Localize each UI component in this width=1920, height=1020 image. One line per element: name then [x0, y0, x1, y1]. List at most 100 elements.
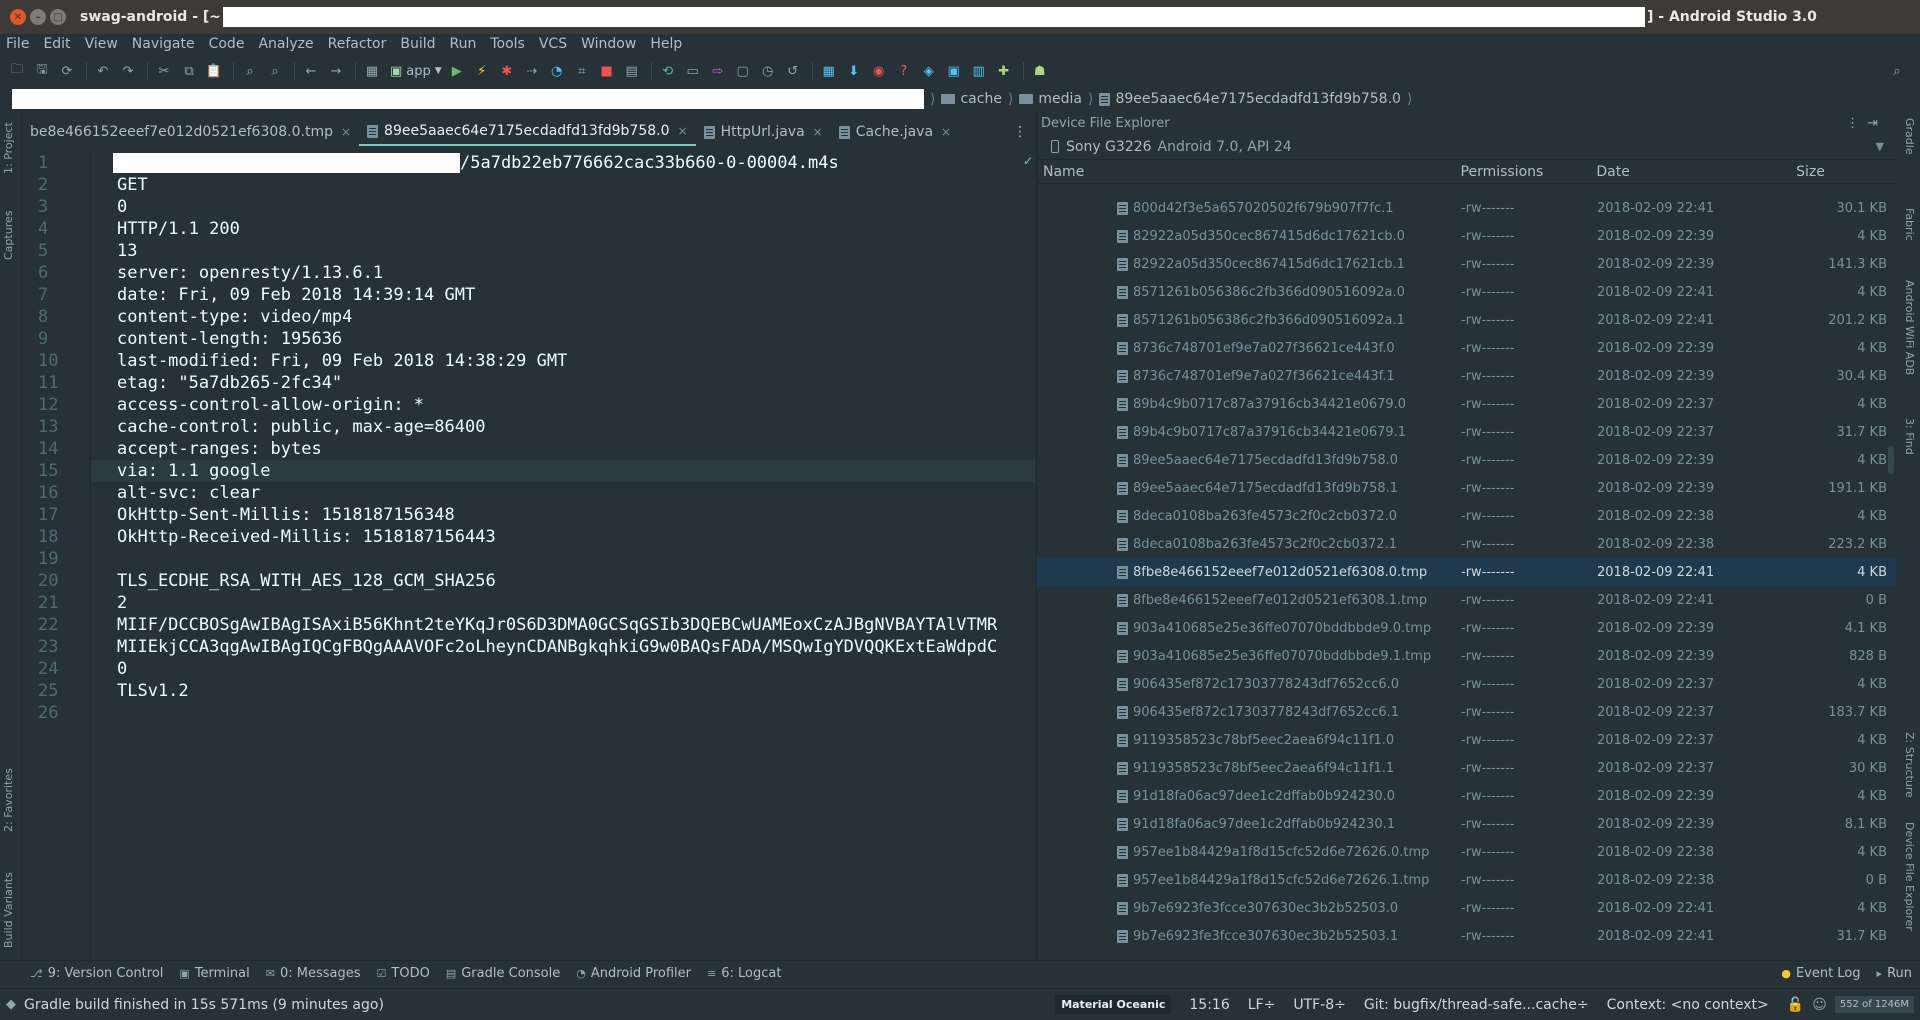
- make-project-icon[interactable]: ▦: [361, 60, 383, 82]
- project-structure-icon[interactable]: ▤: [621, 60, 643, 82]
- copy-icon[interactable]: ⧉: [178, 60, 200, 82]
- editor-tab[interactable]: Cache.java ×: [831, 118, 959, 146]
- code-line[interactable]: OkHttp-Sent-Millis: 1518187156348: [91, 504, 1035, 526]
- find-icon[interactable]: ⌕: [239, 60, 261, 82]
- file-row[interactable]: 8fbe8e466152eeef7e012d0521ef6308.1.tmp -r…: [1037, 586, 1897, 614]
- code-line[interactable]: access-control-allow-origin: *: [91, 394, 1035, 416]
- code-line[interactable]: alt-svc: clear: [91, 482, 1035, 504]
- tool-tab[interactable]: ◔ Android Profiler: [568, 966, 699, 981]
- file-row[interactable]: 91d18fa06ac97dee1c2dffab0b924230.1 -rw---…: [1037, 810, 1897, 838]
- breadcrumb-item[interactable]: 89ee5aaec64e7175ecdadfd13fd9b758.0: [1093, 91, 1406, 107]
- code-line[interactable]: server: openresty/1.13.6.1: [91, 262, 1035, 284]
- close-tab-icon[interactable]: ×: [341, 125, 351, 139]
- code-line[interactable]: 0: [91, 196, 1035, 218]
- memory-indicator[interactable]: 552 of 1246M: [1834, 996, 1914, 1013]
- file-row[interactable]: 8571261b056386c2fb366d090516092a.1 -rw---…: [1037, 306, 1897, 334]
- code-text-area[interactable]: /5a7db22eb776662cac33b660-0-00004.m4s GET…: [90, 152, 1035, 960]
- menu-code[interactable]: Code: [203, 36, 253, 52]
- file-row[interactable]: 800d42f3e5a657020502f679b907f7fc.1 -rw---…: [1037, 194, 1897, 222]
- run-coverage-icon[interactable]: ⇢: [521, 60, 543, 82]
- column-header-date[interactable]: Date: [1596, 164, 1796, 180]
- file-row[interactable]: 89b4c9b0717c87a37916cb34421e0679.1 -rw---…: [1037, 418, 1897, 446]
- lock-icon[interactable]: 🔓: [1787, 997, 1804, 1013]
- menu-analyze[interactable]: Analyze: [252, 36, 321, 52]
- column-header-size[interactable]: Size: [1796, 164, 1896, 180]
- sdk-manager-icon[interactable]: ⇨: [707, 60, 729, 82]
- device-select[interactable]: Sony G3226 Android 7.0, API 24 ▼: [1037, 134, 1896, 160]
- file-row[interactable]: 957ee1b84429a1f8d15cfc52d6e72626.1.tmp -r…: [1037, 866, 1897, 894]
- code-line[interactable]: last-modified: Fri, 09 Feb 2018 14:38:29…: [91, 350, 1035, 372]
- file-row[interactable]: 906435ef872c17303778243df7652cc6.0 -rw---…: [1037, 670, 1897, 698]
- file-row[interactable]: 89b4c9b0717c87a37916cb34421e0679.0 -rw---…: [1037, 390, 1897, 418]
- file-row[interactable]: 9119358523c78bf5eec2aea6f94c11f1.1 -rw---…: [1037, 754, 1897, 782]
- code-line[interactable]: MIIF/DCCBOSgAwIBAgISAxiB56Khnt2teYKqJr0S…: [91, 614, 1035, 636]
- code-line[interactable]: GET: [91, 174, 1035, 196]
- maximize-window-button[interactable]: □: [50, 9, 66, 25]
- code-line[interactable]: via: 1.1 google: [91, 460, 1035, 482]
- editor-tab[interactable]: be8e466152eeef7e012d0521ef6308.0.tmp ×: [22, 118, 359, 146]
- file-row[interactable]: 9b7e6923fe3fcce307630ec3b2b52503.0 -rw---…: [1037, 894, 1897, 922]
- file-row[interactable]: 8deca0108ba263fe4573c2f0c2cb0372.1 -rw---…: [1037, 530, 1897, 558]
- git-branch[interactable]: Git: bugfix/thread-safe...cache÷: [1364, 997, 1589, 1013]
- search-everywhere-icon[interactable]: ⌕: [1886, 60, 1908, 82]
- plugin-icon[interactable]: ◉: [868, 60, 890, 82]
- code-line[interactable]: [91, 702, 1035, 724]
- layout-inspector-icon[interactable]: ▢: [732, 60, 754, 82]
- menu-run[interactable]: Run: [444, 36, 485, 52]
- run-config-select[interactable]: ▣ app ▼: [390, 64, 442, 79]
- file-row[interactable]: 903a410685e25e36ffe07070bddbbde9.1.tmp -r…: [1037, 642, 1897, 670]
- menu-build[interactable]: Build: [394, 36, 443, 52]
- theme-badge[interactable]: Material Oceanic: [1055, 995, 1172, 1014]
- code-line[interactable]: /5a7db22eb776662cac33b660-0-00004.m4s: [91, 152, 1035, 174]
- replace-icon[interactable]: ⌕: [264, 60, 286, 82]
- menu-window[interactable]: Window: [575, 36, 644, 52]
- code-line[interactable]: HTTP/1.1 200: [91, 218, 1035, 240]
- file-row[interactable]: 8fbe8e466152eeef7e012d0521ef6308.0.tmp -r…: [1037, 558, 1897, 586]
- sync-icon[interactable]: ⟳: [56, 60, 78, 82]
- code-line[interactable]: accept-ranges: bytes: [91, 438, 1035, 460]
- project-tool-tab[interactable]: 1: Project: [2, 122, 15, 174]
- debug-icon[interactable]: ✱: [496, 60, 518, 82]
- screen-record-icon[interactable]: ▥: [968, 60, 990, 82]
- profile-icon[interactable]: ◔: [546, 60, 568, 82]
- code-line[interactable]: TLSv1.2: [91, 680, 1035, 702]
- tool-tab[interactable]: ▣ Terminal: [171, 966, 257, 981]
- favorites-tool-tab[interactable]: 2: Favorites: [2, 768, 15, 832]
- gradle-tool-tab[interactable]: Gradle: [1903, 118, 1916, 155]
- attach-debugger-icon[interactable]: ⌗: [571, 60, 593, 82]
- menu-navigate[interactable]: Navigate: [126, 36, 203, 52]
- capture-icon[interactable]: ▣: [943, 60, 965, 82]
- tab-overflow-icon[interactable]: ⋮: [1005, 118, 1035, 146]
- code-line[interactable]: date: Fri, 09 Feb 2018 14:39:14 GMT: [91, 284, 1035, 306]
- device-file-explorer-tool-tab[interactable]: Device File Explorer: [1903, 822, 1916, 931]
- close-window-button[interactable]: ✕: [10, 9, 26, 25]
- code-line[interactable]: content-length: 195636: [91, 328, 1035, 350]
- panel-options-icon[interactable]: ⋮⇥: [1846, 116, 1886, 131]
- code-line[interactable]: TLS_ECDHE_RSA_WITH_AES_128_GCM_SHA256: [91, 570, 1035, 592]
- menu-view[interactable]: View: [79, 36, 126, 52]
- paste-icon[interactable]: 📋: [203, 60, 225, 82]
- forward-icon[interactable]: →: [325, 60, 347, 82]
- file-row[interactable]: 82922a05d350cec867415d6dc17621cb.0 -rw---…: [1037, 222, 1897, 250]
- scrollbar-thumb[interactable]: [1888, 446, 1894, 474]
- menu-help[interactable]: Help: [644, 36, 690, 52]
- column-header-permissions[interactable]: Permissions: [1461, 164, 1597, 180]
- file-row[interactable]: 8736c748701ef9e7a027f36621ce443f.0 -rw---…: [1037, 334, 1897, 362]
- breadcrumb-item[interactable]: cache: [935, 91, 1007, 107]
- code-line[interactable]: 13: [91, 240, 1035, 262]
- menu-edit[interactable]: Edit: [37, 36, 78, 52]
- file-row[interactable]: 906435ef872c17303778243df7652cc6.1 -rw---…: [1037, 698, 1897, 726]
- fabric-tool-tab[interactable]: Fabric: [1903, 208, 1916, 241]
- minimize-window-button[interactable]: –: [30, 9, 46, 25]
- avd-manager-icon[interactable]: ▭: [682, 60, 704, 82]
- file-row[interactable]: 89ee5aaec64e7175ecdadfd13fd9b758.1 -rw---…: [1037, 474, 1897, 502]
- apply-changes-icon[interactable]: ⚡: [471, 60, 493, 82]
- code-line[interactable]: [91, 548, 1035, 570]
- save-all-icon[interactable]: 🖫: [31, 60, 53, 82]
- code-line[interactable]: MIIEkjCCA3qgAwIBAgIQCgFBQgAAAVOFc2oLheyn…: [91, 636, 1035, 658]
- fabric-icon[interactable]: ◈: [918, 60, 940, 82]
- open-folder-icon[interactable]: 🗀: [6, 60, 28, 82]
- file-row[interactable]: 91d18fa06ac97dee1c2dffab0b924230.0 -rw---…: [1037, 782, 1897, 810]
- menu-file[interactable]: File: [0, 36, 37, 52]
- file-row[interactable]: 82922a05d350cec867415d6dc17621cb.1 -rw---…: [1037, 250, 1897, 278]
